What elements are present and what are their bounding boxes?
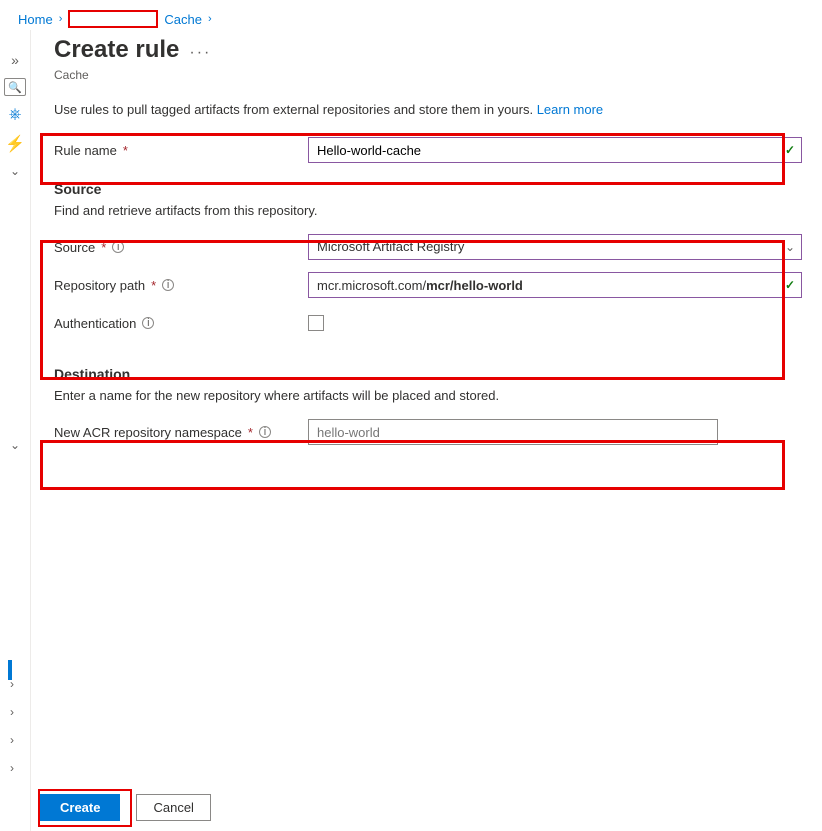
required-icon: * xyxy=(101,240,106,255)
breadcrumb-home[interactable]: Home xyxy=(18,12,53,27)
info-icon[interactable]: i xyxy=(112,241,124,253)
repo-path-label: Repository path xyxy=(54,278,145,293)
destination-section-sub: Enter a name for the new repository wher… xyxy=(54,388,802,403)
row-namespace: New ACR repository namespace * i xyxy=(54,413,802,451)
required-icon: * xyxy=(151,278,156,293)
repo-path-input-wrap[interactable]: mcr.microsoft.com/mcr/hello-world ✓ xyxy=(308,272,802,298)
chevron-right-icon[interactable]: › xyxy=(10,705,14,719)
source-section-title: Source xyxy=(54,181,802,197)
main-panel: Create rule ··· Cache Use rules to pull … xyxy=(54,30,802,831)
service-icon[interactable]: ⎈ xyxy=(9,106,22,124)
page-description: Use rules to pull tagged artifacts from … xyxy=(54,102,802,117)
info-icon[interactable]: i xyxy=(162,279,174,291)
page-subtitle: Cache xyxy=(54,68,802,82)
namespace-input-wrap xyxy=(308,419,718,445)
namespace-label: New ACR repository namespace xyxy=(54,425,242,440)
chevron-right-icon[interactable]: › xyxy=(10,733,14,747)
rule-name-input[interactable] xyxy=(309,143,801,158)
expand-rail-icon[interactable]: » xyxy=(11,52,19,68)
authentication-label: Authentication xyxy=(54,316,136,331)
breadcrumb: Home › Cache › xyxy=(0,0,822,34)
sidebar-collapsed-items: › › › › xyxy=(10,677,14,775)
check-icon: ✓ xyxy=(785,278,795,292)
check-icon: ✓ xyxy=(785,143,795,157)
required-icon: * xyxy=(123,143,128,158)
search-icon[interactable]: 🔍 xyxy=(4,78,26,96)
required-icon: * xyxy=(248,425,253,440)
namespace-input[interactable] xyxy=(309,425,717,440)
cancel-button[interactable]: Cancel xyxy=(136,794,210,821)
rule-name-input-wrap: ✓ xyxy=(308,137,802,163)
lightning-icon[interactable]: ⚡ xyxy=(5,134,25,154)
source-select-value: Microsoft Artifact Registry xyxy=(309,235,801,259)
chevron-down-icon[interactable]: ⌄ xyxy=(10,164,20,178)
row-source: Source * i Microsoft Artifact Registry ⌄ xyxy=(54,228,802,266)
repo-path-value: mcr.microsoft.com/mcr/hello-world xyxy=(309,278,523,293)
row-authentication: Authentication i xyxy=(54,304,802,342)
source-select[interactable]: Microsoft Artifact Registry ⌄ xyxy=(308,234,802,260)
learn-more-link[interactable]: Learn more xyxy=(537,102,603,117)
chevron-right-icon[interactable]: › xyxy=(10,677,14,691)
rule-name-label: Rule name xyxy=(54,143,117,158)
row-repo-path: Repository path * i mcr.microsoft.com/mc… xyxy=(54,266,802,304)
create-button[interactable]: Create xyxy=(40,794,120,821)
info-icon[interactable]: i xyxy=(259,426,271,438)
breadcrumb-cache[interactable]: Cache xyxy=(164,12,202,27)
row-rule-name: Rule name * ✓ xyxy=(54,131,802,169)
redacted-breadcrumb-item xyxy=(68,10,158,28)
chevron-right-icon: › xyxy=(59,13,63,25)
chevron-right-icon: › xyxy=(208,13,212,25)
chevron-down-icon: ⌄ xyxy=(785,240,795,254)
source-label: Source xyxy=(54,240,95,255)
left-rail: » 🔍 ⎈ ⚡ ⌄ ⌄ xyxy=(0,40,30,831)
footer: Create Cancel xyxy=(40,794,211,821)
source-section-sub: Find and retrieve artifacts from this re… xyxy=(54,203,802,218)
chevron-right-icon[interactable]: › xyxy=(10,761,14,775)
page-title: Create rule xyxy=(54,36,179,64)
authentication-checkbox[interactable] xyxy=(308,315,324,331)
divider xyxy=(30,30,31,831)
more-icon[interactable]: ··· xyxy=(189,44,211,62)
destination-section-title: Destination xyxy=(54,366,802,382)
info-icon[interactable]: i xyxy=(142,317,154,329)
chevron-down-icon[interactable]: ⌄ xyxy=(10,438,20,452)
